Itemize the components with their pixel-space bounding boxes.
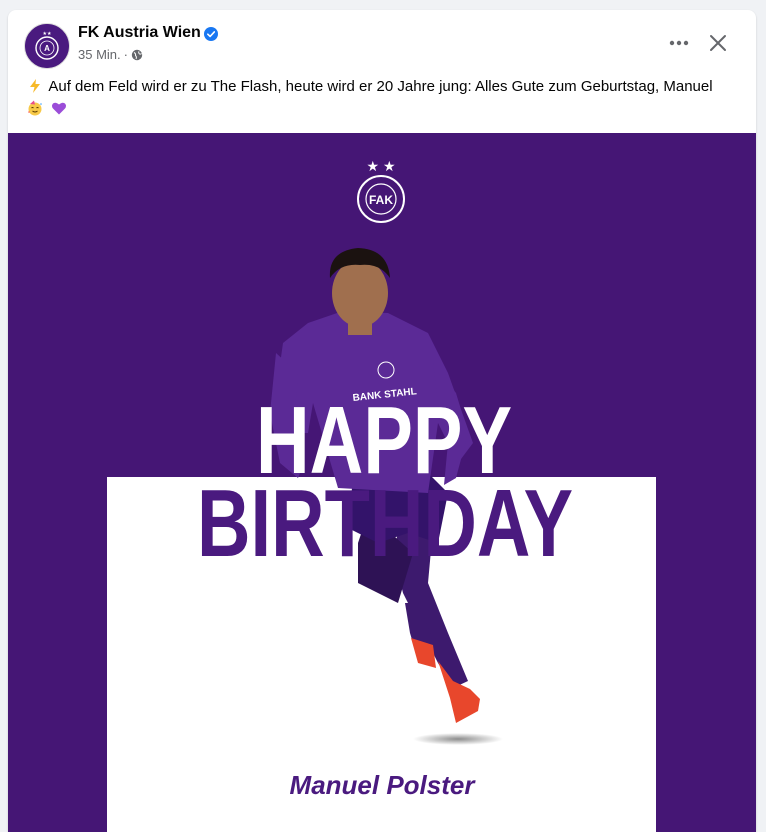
close-button[interactable] (702, 27, 734, 59)
post-text-body: Auf dem Feld wird er zu The Flash, heute… (48, 78, 713, 95)
party-face-emoji-icon (28, 100, 42, 116)
purple-heart-emoji-icon (52, 102, 67, 115)
verified-badge-icon (204, 27, 218, 41)
more-options-icon (669, 40, 689, 46)
post-timestamp[interactable]: 35 Min. (78, 47, 121, 62)
more-options-button[interactable] (663, 27, 695, 59)
post-meta: 35 Min. · (78, 47, 143, 62)
post-image[interactable]: ★ ★ FAK BANK STAHL HAPPY BIRTHDAY Manuel… (8, 133, 756, 832)
post-text: Auf dem Feld wird er zu The Flash, heute… (25, 76, 735, 120)
crest-letters: FAK (369, 193, 393, 207)
meta-separator: · (123, 47, 128, 62)
birthday-graphic: ★ ★ FAK BANK STAHL HAPPY BIRTHDAY Manuel… (8, 133, 756, 832)
page-avatar[interactable]: A ★★ (24, 23, 70, 69)
close-icon (710, 35, 726, 51)
page-name[interactable]: FK Austria Wien (78, 24, 201, 42)
svg-text:★ ★: ★ ★ (367, 158, 396, 174)
svg-text:A: A (44, 44, 50, 53)
lightning-emoji-icon (30, 79, 40, 93)
headline-birthday: BIRTHDAY (197, 470, 573, 577)
post-card: A ★★ FK Austria Wien 35 Min. · Auf dem F… (8, 10, 756, 832)
svg-text:★★: ★★ (43, 31, 52, 37)
globe-icon (131, 49, 143, 60)
player-name: Manuel Polster (290, 770, 477, 800)
